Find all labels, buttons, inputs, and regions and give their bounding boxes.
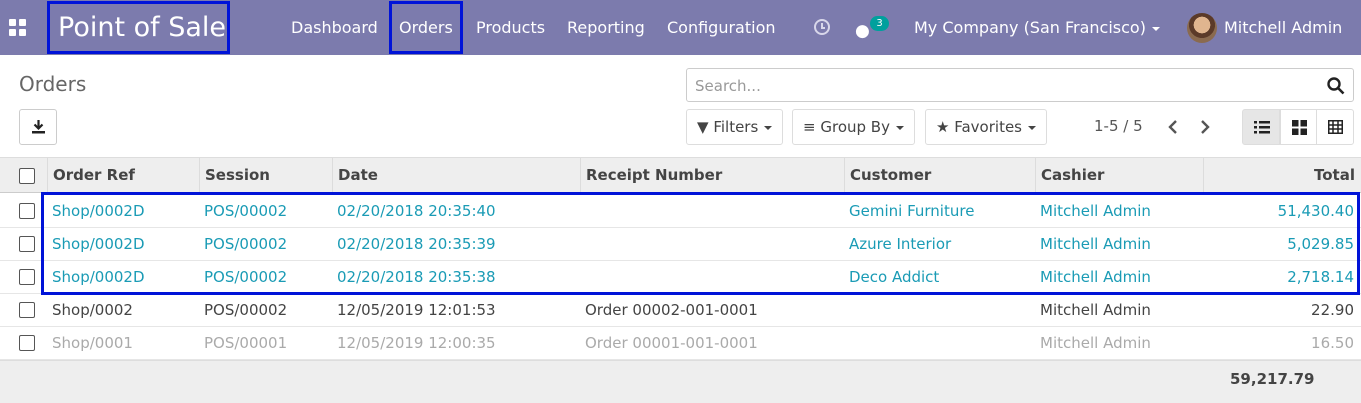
chevron-down-icon: [764, 125, 773, 130]
pivot-view-button[interactable]: [1316, 109, 1354, 145]
app-title[interactable]: Point of Sale: [47, 1, 230, 54]
top-navbar: Point of Sale Dashboard Orders Products …: [0, 0, 1361, 55]
download-icon: [32, 120, 45, 134]
chevron-down-icon: [1151, 26, 1160, 31]
menu-products[interactable]: Products: [476, 0, 545, 55]
pivot-view-icon: [1328, 120, 1343, 134]
avatar[interactable]: [1187, 13, 1217, 43]
chevron-down-icon: [1028, 125, 1036, 130]
cell-total: 22.90: [1311, 301, 1354, 319]
menu-orders[interactable]: Orders: [389, 1, 463, 54]
menu-reporting[interactable]: Reporting: [567, 0, 645, 55]
company-name: My Company (San Francisco): [914, 18, 1146, 37]
favorites-label: Favorites: [954, 118, 1022, 136]
row-checkbox[interactable]: [19, 236, 35, 252]
menu-dashboard[interactable]: Dashboard: [291, 0, 378, 55]
column-receipt-number[interactable]: Receipt Number: [580, 158, 844, 193]
search-bar: [686, 68, 1354, 102]
table-row[interactable]: Shop/0001 POS/00001 12/05/2019 12:00:35 …: [0, 327, 1361, 360]
column-date[interactable]: Date: [332, 158, 580, 193]
select-all-checkbox[interactable]: [19, 168, 35, 184]
group-by-label: Group By: [820, 118, 890, 136]
search-input[interactable]: [695, 75, 1295, 97]
user-menu[interactable]: Mitchell Admin: [1224, 0, 1342, 55]
table-row[interactable]: Shop/0002 POS/00002 12/05/2019 12:01:53 …: [0, 294, 1361, 327]
filters-button[interactable]: ▼ Filters: [686, 109, 784, 145]
list-view-icon: [1254, 121, 1270, 134]
breadcrumb-title: Orders: [19, 72, 87, 96]
row-checkbox[interactable]: [19, 203, 35, 219]
filters-label: Filters: [713, 118, 759, 136]
cell-date: 12/05/2019 12:01:53: [337, 301, 496, 319]
table-header: Order Ref Session Date Receipt Number Cu…: [0, 157, 1361, 193]
column-cashier[interactable]: Cashier: [1035, 158, 1203, 193]
apps-menu-icon[interactable]: [9, 19, 27, 37]
highlight-box: [41, 192, 1360, 295]
column-order-ref[interactable]: Order Ref: [47, 158, 199, 193]
list-view-button[interactable]: [1242, 109, 1280, 145]
column-customer[interactable]: Customer: [844, 158, 1035, 193]
search-icon[interactable]: [1327, 77, 1345, 95]
table-footer: 59,217.79: [0, 360, 1361, 403]
row-checkbox[interactable]: [19, 335, 35, 351]
activity-clock-icon[interactable]: [814, 19, 830, 35]
cell-receipt: Order 00001-001-0001: [585, 334, 758, 352]
column-session[interactable]: Session: [199, 158, 332, 193]
cell-session: POS/00001: [204, 334, 288, 352]
chat-icon[interactable]: ●: [855, 21, 870, 41]
kanban-view-icon: [1292, 120, 1307, 135]
star-icon: ★: [936, 118, 950, 136]
pager-previous-icon[interactable]: [1165, 119, 1181, 135]
chevron-down-icon: [895, 125, 904, 130]
list-lines-icon: ≡: [803, 118, 816, 136]
chat-count-badge: 3: [870, 16, 889, 31]
pager-value[interactable]: 1-5 / 5: [1094, 117, 1143, 135]
cell-order-ref: Shop/0001: [52, 334, 133, 352]
cell-total: 16.50: [1311, 334, 1354, 352]
row-checkbox[interactable]: [19, 302, 35, 318]
cell-cashier: Mitchell Admin: [1040, 301, 1151, 319]
cell-cashier: Mitchell Admin: [1040, 334, 1151, 352]
grand-total: 59,217.79: [1230, 370, 1315, 388]
export-button[interactable]: [19, 109, 57, 145]
filter-icon: ▼: [697, 118, 709, 136]
group-by-button[interactable]: ≡ Group By: [792, 109, 915, 145]
cell-order-ref: Shop/0002: [52, 301, 133, 319]
cell-receipt: Order 00002-001-0001: [585, 301, 758, 319]
column-total[interactable]: Total: [1203, 158, 1361, 193]
row-checkbox[interactable]: [19, 269, 35, 285]
menu-configuration[interactable]: Configuration: [667, 0, 776, 55]
pager-next-icon[interactable]: [1197, 119, 1213, 135]
cell-session: POS/00002: [204, 301, 288, 319]
company-switcher[interactable]: My Company (San Francisco): [914, 0, 1160, 55]
cell-date: 12/05/2019 12:00:35: [337, 334, 496, 352]
favorites-button[interactable]: ★ Favorites: [925, 109, 1047, 145]
kanban-view-button[interactable]: [1280, 109, 1318, 145]
